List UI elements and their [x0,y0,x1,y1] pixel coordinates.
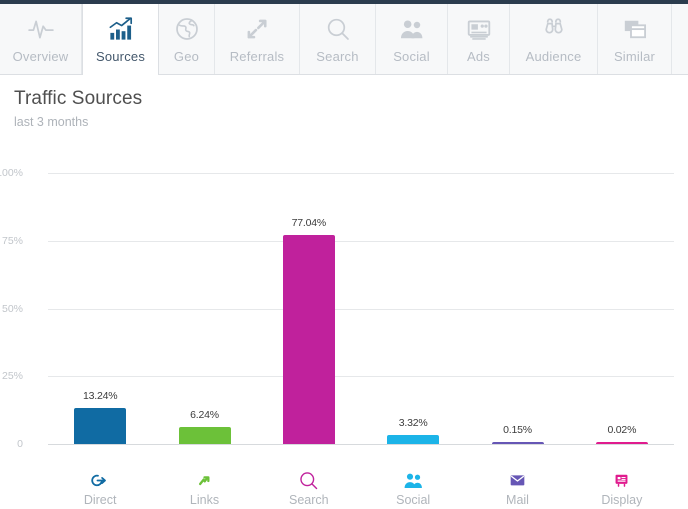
category-social[interactable]: Social [361,469,465,509]
people-icon [361,469,465,491]
tab-similar[interactable]: Similar [598,4,672,74]
magnifier-icon [325,12,351,46]
y-axis-tick-label: 75% [1,234,23,247]
gridline [48,308,674,310]
tab-social[interactable]: Social [376,4,448,74]
tab-label: Geo [173,49,200,64]
tab-apps[interactable]: Apps [672,4,688,74]
gridline [48,240,674,242]
main-tab-bar: Overview Sources Geo Referrals Search Social A… [0,4,688,75]
y-axis-tick-label: 25% [1,370,23,383]
gridline [48,376,674,378]
magnifier-icon [257,469,361,491]
links-icon [153,469,257,491]
tab-label: Search [316,49,359,64]
category-display[interactable]: Display [570,469,674,509]
globe-icon [174,12,200,46]
bar-display[interactable] [595,442,648,444]
tab-label: Audience [525,49,582,64]
y-axis-tick-label: 100% [0,167,23,179]
bar-value-label: 0.15% [503,424,532,436]
windows-icon [622,12,648,46]
category-links[interactable]: Links [153,469,257,509]
gridline [48,444,674,445]
banner-ad-icon [466,12,492,46]
y-axis-tick-label: 0 [17,438,23,450]
tab-search[interactable]: Search [300,4,376,74]
page-subtitle: last 3 months [14,115,89,129]
chart-plot-area: 0 25% 50% 75% 100% 13.24% Direct 6.24% Links 77.0… [0,167,674,507]
people-icon [399,12,425,46]
gridline [48,173,674,174]
display-ad-icon [570,469,674,491]
bar-direct[interactable] [74,408,127,444]
page-header: Traffic Sources last 3 months [14,88,142,129]
bar-search[interactable] [282,235,335,444]
tab-ads[interactable]: Ads [448,4,510,74]
category-search[interactable]: Search [257,469,361,509]
tab-audience[interactable]: Audience [510,4,598,74]
envelope-icon [466,469,570,491]
category-mail[interactable]: Mail [466,469,570,509]
bar-value-label: 6.24% [190,409,219,422]
bar-chart-icon [107,12,134,46]
page-title: Traffic Sources [14,88,143,109]
tab-sources[interactable]: Sources [82,4,159,75]
tab-label: Referrals [229,49,285,64]
bar-value-label: 0.02% [607,424,637,436]
tab-label: Similar [613,49,656,64]
category-direct[interactable]: Direct [48,469,152,509]
tab-referrals[interactable]: Referrals [215,4,300,74]
tab-geo[interactable]: Geo [159,4,215,74]
bar-value-label: 77.04% [291,217,327,230]
bar-value-label: 3.32% [398,417,428,429]
y-axis-tick-label: 50% [1,302,23,315]
pulse-icon [27,12,54,46]
direct-arrow-icon [48,469,152,491]
tab-overview[interactable]: Overview [0,4,82,74]
bar-value-label: 13.24% [82,390,118,403]
bar-links[interactable] [178,427,231,444]
bar-mail[interactable] [491,442,544,444]
tab-label: Sources [95,49,146,64]
arrows-icon [244,12,270,46]
tab-label: Overview [12,49,69,64]
bar-social[interactable] [387,435,440,444]
tab-label: Ads [466,49,490,64]
binoculars-icon [541,12,567,46]
traffic-sources-chart: 0 25% 50% 75% 100% 13.24% Direct 6.24% Links 77.0… [0,160,688,507]
tab-label: Social [393,49,430,64]
